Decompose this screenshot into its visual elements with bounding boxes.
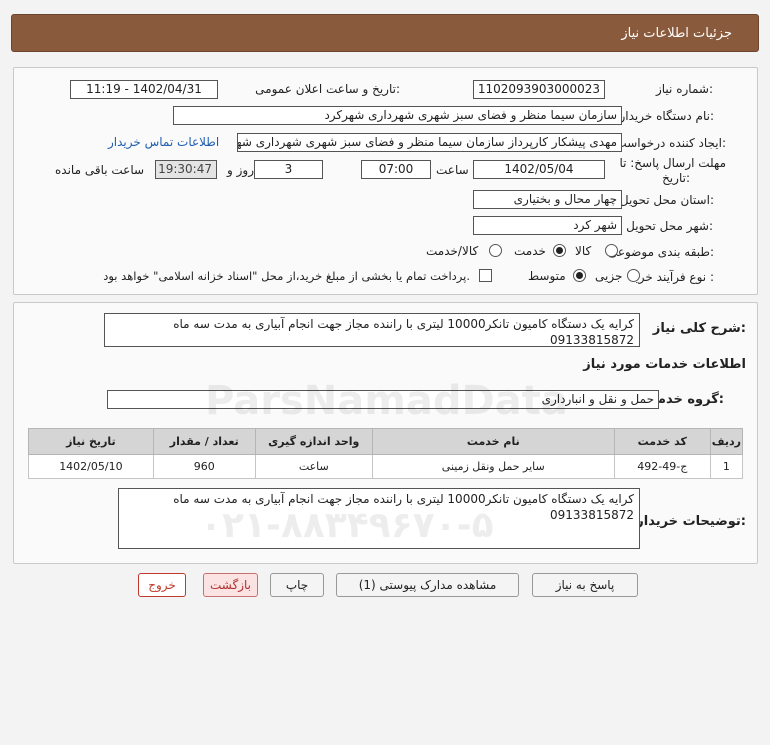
category-both-label: کالا/خدمت: [426, 244, 479, 258]
creator-field: مهدی پیشکار کارپرداز سازمان سیما منظر و …: [237, 133, 622, 152]
page-header: جزئیات اطلاعات نیاز: [11, 14, 759, 52]
deadline-label: مهلت ارسال پاسخ: تا: [619, 156, 726, 170]
announce-label: تاریخ و ساعت اعلان عمومی:: [255, 82, 400, 96]
process-medium-label: متوسط: [528, 269, 566, 283]
col-service-code: کد خدمت: [613, 428, 711, 455]
process-minor-label: جزیی: [595, 269, 623, 283]
cell-unit: ساعت: [254, 454, 373, 479]
services-table: ردیف کد خدمت نام خدمت واحد اندازه گیری ت…: [28, 428, 744, 479]
days-field: 3: [254, 160, 323, 179]
remaining-label: ساعت باقی مانده: [55, 163, 145, 177]
category-goods-radio[interactable]: [605, 244, 618, 257]
process-medium-radio[interactable]: [573, 269, 586, 282]
category-service-label: خدمت: [514, 244, 546, 258]
city-label: شهر محل تحویل:: [626, 219, 713, 233]
cell-service-name: سایر حمل ونقل زمینی: [371, 454, 615, 479]
deadline-time-label: ساعت: [436, 163, 469, 177]
deadline-label-date: تاریخ:: [662, 171, 690, 185]
table-header-row: ردیف کد خدمت نام خدمت واحد اندازه گیری ت…: [28, 428, 744, 455]
need-number-label: شماره نیاز:: [655, 82, 713, 96]
buyer-org-field: سازمان سیما منظر و فضای سبز شهری شهرداری…: [173, 106, 622, 125]
col-service-name: نام خدمت: [371, 428, 615, 455]
need-number-field: 1102093903000023: [473, 80, 605, 99]
city-field: شهر کرد: [473, 216, 622, 235]
back-button[interactable]: بازگشت: [203, 573, 258, 597]
days-label: روز و: [227, 163, 254, 177]
description-line-2: 09133815872: [550, 333, 634, 347]
description-field: کرایه یک دستگاه کامیون تانکر10000 لیتری …: [104, 313, 640, 347]
services-section-title: اطلاعات خدمات مورد نیاز: [583, 357, 746, 372]
page-title: جزئیات اطلاعات نیاز: [621, 26, 732, 41]
col-unit: واحد اندازه گیری: [254, 428, 373, 455]
exit-button[interactable]: خروج: [138, 573, 186, 597]
buyer-notes-line-2: 09133815872: [550, 508, 634, 522]
print-button[interactable]: چاپ: [270, 573, 324, 597]
announce-field: 1402/04/31 - 11:19: [70, 80, 218, 99]
cell-row: 1: [709, 454, 744, 479]
buyer-org-label: نام دستگاه خریدار:: [619, 109, 715, 123]
creator-label: ایجاد کننده درخواست:: [615, 136, 726, 150]
deadline-date-field: 1402/05/04: [473, 160, 605, 179]
treasury-payment-note: پرداخت تمام یا بخشی از مبلغ خرید،از محل …: [103, 269, 470, 283]
attachments-button[interactable]: مشاهده مدارک پیوستی (1): [336, 573, 519, 597]
cell-quantity: 960: [152, 454, 256, 479]
buyer-notes-field: کرایه یک دستگاه کامیون تانکر10000 لیتری …: [118, 488, 640, 549]
category-service-radio[interactable]: [553, 244, 566, 257]
description-label: شرح کلی نیاز:: [652, 321, 746, 336]
col-need-date: تاریخ نیاز: [28, 428, 154, 455]
remaining-time-field: 19:30:47: [155, 160, 217, 179]
category-both-radio[interactable]: [489, 244, 502, 257]
buyer-notes-line-1: کرایه یک دستگاه کامیون تانکر10000 لیتری …: [173, 492, 634, 506]
need-info-panel: [13, 67, 758, 295]
cell-service-code: ج-49-492: [613, 454, 711, 479]
cell-need-date: 1402/05/10: [28, 454, 154, 479]
province-field: چهار محال و بختیاری: [473, 190, 622, 209]
treasury-payment-checkbox[interactable]: [479, 269, 492, 282]
category-label: طبقه بندی موضوعی:: [607, 245, 714, 259]
process-minor-radio[interactable]: [627, 269, 640, 282]
buyer-contact-link[interactable]: اطلاعات تماس خریدار: [108, 135, 219, 149]
description-line-1: کرایه یک دستگاه کامیون تانکر10000 لیتری …: [173, 317, 634, 331]
deadline-time-field: 07:00: [361, 160, 431, 179]
service-group-field: حمل و نقل و انبارداری: [107, 390, 659, 409]
process-label: نوع فرآیند خرید :: [629, 270, 714, 284]
col-quantity: تعداد / مقدار: [152, 428, 256, 455]
col-row: ردیف: [709, 428, 744, 455]
reply-button[interactable]: پاسخ به نیاز: [532, 573, 638, 597]
category-goods-label: کالا: [575, 244, 592, 258]
buyer-notes-label: توضیحات خریدار:: [636, 514, 746, 529]
table-row: 1 ج-49-492 سایر حمل ونقل زمینی ساعت 960 …: [28, 454, 744, 479]
province-label: استان محل تحویل:: [619, 193, 714, 207]
